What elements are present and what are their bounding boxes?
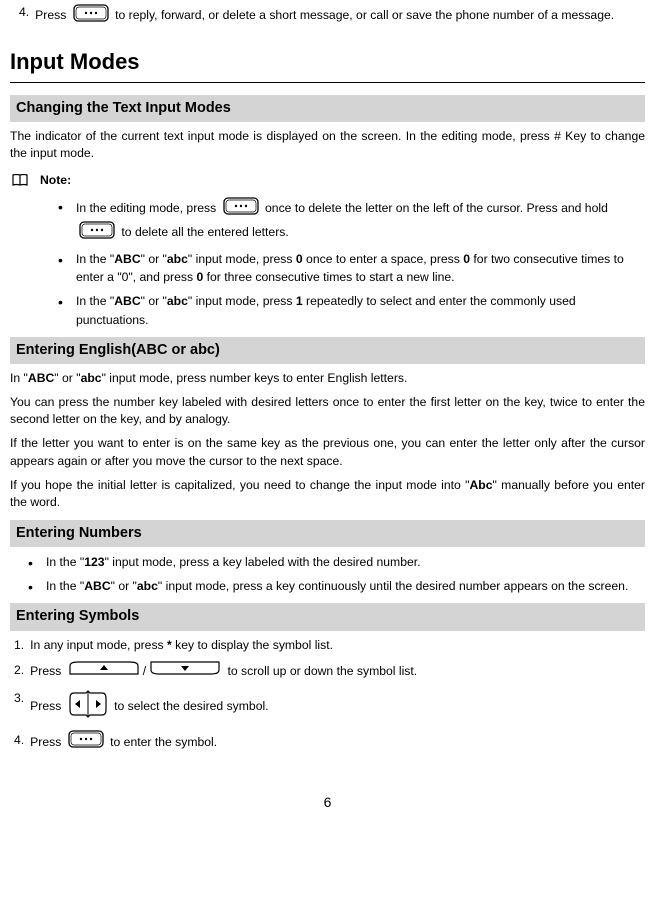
heading-entering-english: Entering English(ABC or abc) (10, 337, 645, 364)
note-bullet-1: In the editing mode, press once to delet… (58, 197, 645, 244)
text: to delete all the entered letters. (121, 224, 288, 238)
text-bold: 0 (463, 252, 470, 266)
text: In the " (76, 294, 114, 308)
dots-key-icon (223, 197, 259, 220)
text-bold: abc (167, 294, 188, 308)
bullet-abc: In the "ABC" or "abc" input mode, press … (28, 577, 645, 595)
text: In the " (76, 252, 114, 266)
step-number: 3. (14, 690, 24, 708)
symbols-steps: 1. In any input mode, press * key to dis… (10, 637, 645, 756)
divider (10, 82, 645, 83)
text: once to enter a space, press (303, 252, 464, 266)
text: In any input mode, press (30, 638, 167, 652)
step-number: 1. (14, 637, 24, 655)
para-indicator: The indicator of the current text input … (10, 128, 645, 163)
note-bullet-3: In the "ABC" or "abc" input mode, press … (58, 292, 645, 329)
text-bold: ABC (84, 579, 110, 593)
text-bold: ABC (114, 252, 140, 266)
text: " input mode, press (188, 252, 296, 266)
text: " or " (54, 371, 80, 385)
step-1: 1. In any input mode, press * key to dis… (14, 637, 645, 655)
step-text: Press to enter the symbol. (30, 730, 645, 756)
heading-entering-numbers: Entering Numbers (10, 520, 645, 547)
text: " input mode, press (188, 294, 296, 308)
text: " input mode, press a key labeled with t… (105, 555, 421, 569)
left-right-key-icon (68, 690, 108, 724)
text: for three consecutive times to start a n… (203, 270, 454, 284)
text: " or " (111, 579, 137, 593)
note-bullet-2: In the "ABC" or "abc" input mode, press … (58, 250, 645, 287)
heading-input-modes: Input Modes (10, 46, 645, 78)
up-key-icon (68, 660, 140, 684)
bullet-123: In the "123" input mode, press a key lab… (28, 553, 645, 571)
numbers-bullets: In the "123" input mode, press a key lab… (10, 553, 645, 596)
text-bold: abc (81, 371, 102, 385)
text: If you hope the initial letter is capita… (10, 478, 469, 492)
text-bold: 123 (84, 555, 104, 569)
note-label: Note: (40, 172, 71, 190)
step-2: 2. Press / to scroll up or down the symb… (14, 660, 645, 684)
text-bold: Abc (469, 478, 492, 492)
down-key-icon (149, 660, 221, 684)
step-number: 4. (19, 4, 29, 22)
text: to enter the symbol. (110, 735, 217, 749)
step-number: 4. (14, 730, 24, 752)
book-icon (12, 171, 28, 191)
para: You can press the number key labeled wit… (10, 394, 645, 429)
text-bold: abc (167, 252, 188, 266)
text-bold: 1 (296, 294, 303, 308)
step-text: Press / to scroll up or down the symbol … (30, 660, 645, 684)
text: In the editing mode, press (76, 201, 220, 215)
dots-key-icon (79, 221, 115, 244)
page-number: 6 (10, 792, 645, 812)
step-4: 4. Press to enter the symbol. (14, 730, 645, 756)
heading-changing-modes: Changing the Text Input Modes (10, 95, 645, 122)
text: " or " (141, 294, 167, 308)
text-prefix: Press (35, 8, 70, 22)
para: If you hope the initial letter is capita… (10, 477, 645, 512)
text-bold: ABC (28, 371, 54, 385)
slash-separator: / (143, 664, 146, 678)
step-text: Press to reply, forward, or delete a sho… (35, 4, 645, 28)
note-row: Note: (12, 171, 645, 191)
text: " or " (141, 252, 167, 266)
heading-entering-symbols: Entering Symbols (10, 603, 645, 630)
note-bullets: In the editing mode, press once to delet… (10, 197, 645, 329)
para: In "ABC" or "abc" input mode, press numb… (10, 370, 645, 388)
text: " input mode, press a key continuously u… (158, 579, 628, 593)
text: Press (30, 735, 65, 749)
step-3: 3. Press to select the desired symbol. (14, 690, 645, 724)
text: key to display the symbol list. (172, 638, 333, 652)
text-suffix: to reply, forward, or delete a short mes… (115, 8, 614, 22)
text-bold: abc (137, 579, 158, 593)
text: to scroll up or down the symbol list. (228, 664, 418, 678)
text-bold: ABC (114, 294, 140, 308)
step-number: 2. (14, 660, 24, 682)
step-text: In any input mode, press * key to displa… (30, 637, 645, 655)
text-bold: 0 (296, 252, 303, 266)
step-4-line: 4. Press to reply, forward, or delete a … (10, 4, 645, 28)
text: once to delete the letter on the left of… (265, 201, 608, 215)
text: In " (10, 371, 28, 385)
para: If the letter you want to enter is on th… (10, 435, 645, 470)
text: Press (30, 664, 65, 678)
text: " input mode, press number keys to enter… (102, 371, 408, 385)
step-text: Press to select the desired symbol. (30, 690, 645, 724)
text: In the " (46, 555, 84, 569)
text: to select the desired symbol. (114, 699, 268, 713)
dots-key-icon (68, 730, 104, 756)
dots-key-icon (73, 4, 109, 28)
text: Press (30, 699, 65, 713)
text: In the " (46, 579, 84, 593)
